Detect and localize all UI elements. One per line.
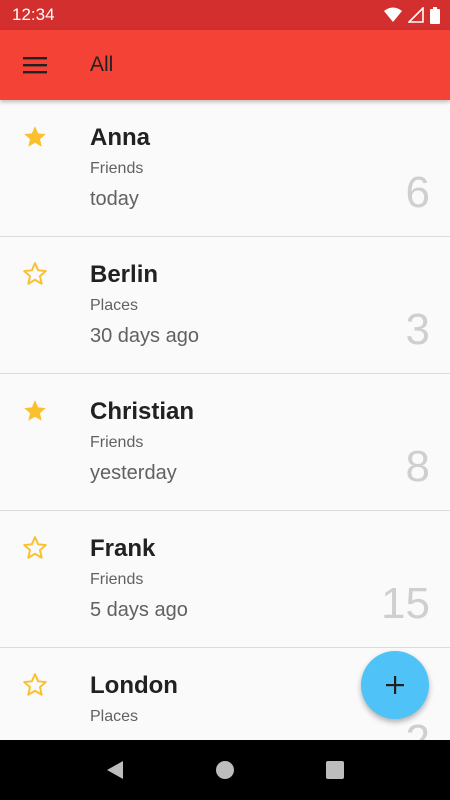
status-bar: 12:34 — [0, 0, 450, 30]
navigation-bar — [0, 740, 450, 800]
item-list[interactable]: Anna Friends today 6 Berlin Places 30 da… — [0, 100, 450, 740]
item-category: Friends — [90, 434, 144, 451]
wifi-icon — [384, 7, 402, 22]
status-icons — [384, 6, 440, 24]
recents-square-icon — [326, 761, 344, 779]
item-date: yesterday — [90, 462, 177, 484]
item-category: Friends — [90, 571, 144, 588]
add-button[interactable] — [361, 651, 429, 719]
battery-icon — [430, 6, 440, 24]
item-count: 8 — [405, 442, 430, 491]
list-item[interactable]: Frank Friends 5 days ago 15 — [0, 511, 450, 648]
item-name: Frank — [90, 535, 156, 562]
list-item[interactable]: Anna Friends today 6 — [0, 100, 450, 237]
item-name: London — [90, 672, 178, 699]
item-count: 6 — [405, 168, 430, 217]
item-count: 15 — [381, 579, 430, 628]
hamburger-menu-icon — [23, 57, 47, 74]
back-button[interactable] — [95, 750, 135, 790]
item-category: Places — [90, 297, 139, 314]
item-date: 5 days ago — [90, 599, 188, 621]
home-circle-icon — [216, 761, 234, 779]
app-bar: All — [0, 30, 450, 100]
list-item[interactable]: Berlin Places 30 days ago 3 — [0, 237, 450, 374]
item-date: today — [90, 188, 139, 210]
item-date: 30 days ago — [90, 325, 199, 347]
back-triangle-icon — [107, 761, 123, 779]
status-time: 12:34 — [12, 5, 55, 24]
item-name: Anna — [90, 124, 150, 151]
item-name: Berlin — [90, 261, 159, 288]
item-category: Places — [90, 708, 139, 725]
home-button[interactable] — [205, 750, 245, 790]
item-count: 3 — [405, 305, 430, 354]
star-filled-icon[interactable] — [22, 124, 48, 150]
item-count: 2 — [406, 716, 430, 740]
star-filled-icon[interactable] — [22, 398, 48, 424]
menu-button[interactable] — [0, 30, 70, 100]
recents-button[interactable] — [315, 750, 355, 790]
item-category: Friends — [90, 160, 144, 177]
star-outline-icon[interactable] — [22, 535, 48, 561]
star-outline-icon[interactable] — [22, 672, 48, 698]
signal-icon — [408, 7, 424, 23]
list-item[interactable]: Christian Friends yesterday 8 — [0, 374, 450, 511]
page-title: All — [90, 53, 114, 76]
item-name: Christian — [90, 398, 195, 425]
plus-icon — [386, 676, 404, 694]
star-outline-icon[interactable] — [22, 261, 48, 287]
